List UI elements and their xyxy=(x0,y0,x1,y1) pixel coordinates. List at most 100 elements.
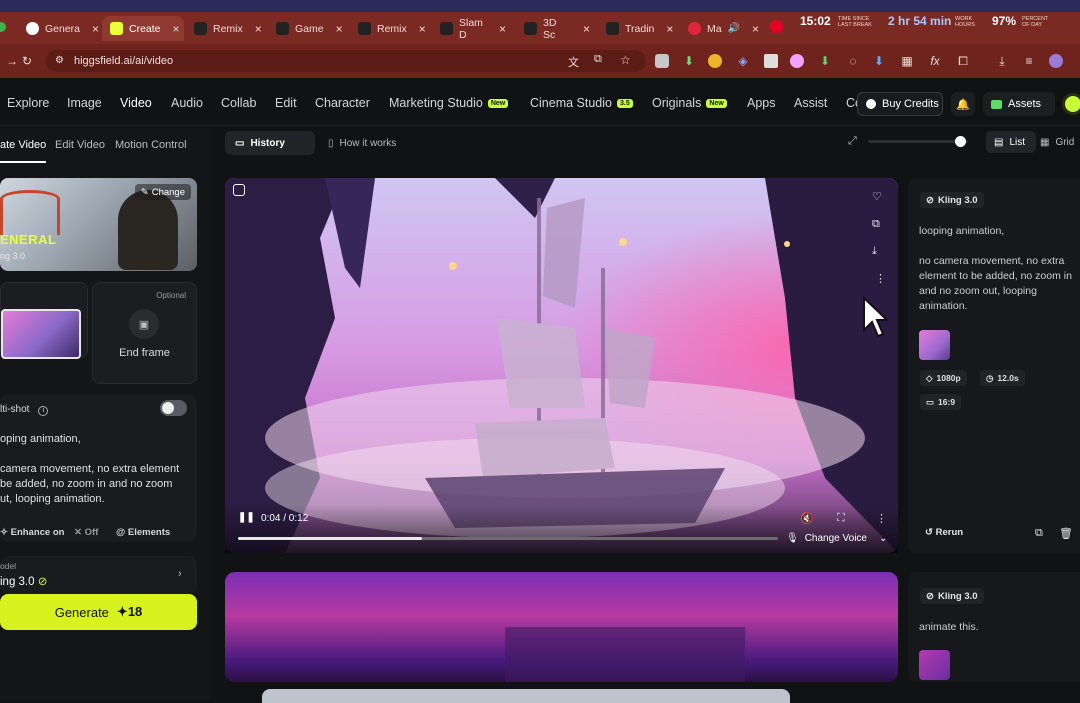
media-icon[interactable]: ≡ xyxy=(1022,54,1036,68)
input-thumbnail[interactable] xyxy=(919,330,950,360)
heart-icon[interactable]: ♡ xyxy=(872,190,882,203)
extension-icon[interactable]: ▦ xyxy=(900,54,914,68)
tab-genera[interactable]: Genera × xyxy=(18,16,100,41)
chevron-down-icon: ⌄ xyxy=(878,532,888,544)
close-icon[interactable]: × xyxy=(92,22,99,36)
copy-icon[interactable]: ⧉ xyxy=(1035,527,1043,540)
copy-icon[interactable]: ⧉ xyxy=(872,218,880,231)
extension-icon[interactable]: ◌ xyxy=(846,54,860,68)
multi-shot-toggle[interactable] xyxy=(160,400,187,416)
size-slider-handle[interactable] xyxy=(955,136,966,147)
forward-icon[interactable]: → xyxy=(5,54,19,68)
nav-image[interactable]: Image xyxy=(67,96,102,110)
expand-icon[interactable]: ⤢ xyxy=(848,135,857,148)
nav-collab[interactable]: Collab xyxy=(221,96,256,110)
extension-icon[interactable] xyxy=(790,54,804,68)
close-icon[interactable]: × xyxy=(752,22,759,36)
more-icon[interactable]: ⋮ xyxy=(875,272,886,285)
reference-card[interactable]: ✎ Change ENERAL ng 3.0 xyxy=(0,178,197,271)
download-green-icon[interactable]: ⬇ xyxy=(682,54,696,68)
nav-character[interactable]: Character xyxy=(315,96,370,110)
assets-button[interactable]: Assets xyxy=(983,92,1055,116)
close-icon[interactable]: × xyxy=(173,22,180,36)
close-icon[interactable]: × xyxy=(419,22,426,36)
translate-icon[interactable]: 文 xyxy=(568,54,579,70)
buy-credits-button[interactable]: Buy Credits xyxy=(857,92,943,116)
close-icon[interactable]: × xyxy=(255,22,262,36)
tab-slam[interactable]: Slam D × xyxy=(432,16,514,41)
tab-motion-control[interactable]: Motion Control xyxy=(115,139,187,151)
downloads-icon[interactable]: ⤓ xyxy=(995,54,1009,68)
enhance-toggle[interactable]: ✧ Enhance on xyxy=(0,527,64,538)
tab-ma[interactable]: Ma 🔊 × xyxy=(680,16,762,41)
how-it-works-button[interactable]: ▯ How it works xyxy=(318,131,418,155)
nav-audio[interactable]: Audio xyxy=(171,96,203,110)
nav-edit[interactable]: Edit xyxy=(275,96,297,110)
nav-cinema-studio[interactable]: Cinema Studio 3.5 xyxy=(530,96,633,110)
puzzle-icon[interactable]: ⧠ xyxy=(956,54,970,68)
ratio-value: 16:9 xyxy=(938,397,956,407)
tab-create[interactable]: Create × xyxy=(102,16,184,41)
rerun-button[interactable]: ↺ Rerun xyxy=(925,527,963,538)
nav-video[interactable]: Video xyxy=(120,96,152,110)
address-bar[interactable]: ⚙ higgsfield.ai/ai/video 文 ⧉ ☆ xyxy=(46,50,646,72)
extension-icon[interactable]: ⬇ xyxy=(872,54,886,68)
close-icon[interactable]: × xyxy=(666,22,673,36)
notifications-button[interactable]: 🔔 xyxy=(951,92,975,116)
profile-icon[interactable] xyxy=(1049,54,1063,68)
camera-icon[interactable] xyxy=(655,54,669,68)
site-settings-icon[interactable]: ⚙ xyxy=(55,55,64,66)
pinterest-icon[interactable] xyxy=(770,20,783,33)
microphone-icon: 🎙 xyxy=(786,532,799,544)
close-icon[interactable]: × xyxy=(583,22,590,36)
video-player-2[interactable] xyxy=(225,572,898,682)
fullscreen-icon[interactable]: ⛶ xyxy=(837,512,845,525)
trash-icon[interactable]: 🗑 xyxy=(1059,527,1073,540)
close-icon[interactable]: × xyxy=(499,22,506,36)
tab-trading[interactable]: Tradin × xyxy=(598,16,680,41)
history-button[interactable]: ▭ History xyxy=(225,131,315,155)
info-icon[interactable]: i xyxy=(38,406,49,416)
tab-edit-video[interactable]: Edit Video xyxy=(55,139,105,151)
nav-marketing-studio[interactable]: Marketing Studio New xyxy=(389,96,509,110)
cube-icon[interactable]: ◈ xyxy=(736,54,750,68)
higgsfield-icon xyxy=(110,22,123,35)
tab-remix[interactable]: Remix × xyxy=(186,16,268,41)
extension-icon[interactable]: ⬇ xyxy=(818,54,832,68)
list-view-button[interactable]: ▤ List xyxy=(986,131,1036,153)
tab-3d[interactable]: 3D Sc × xyxy=(516,16,598,41)
start-frame-slot[interactable] xyxy=(0,282,88,359)
avatar[interactable] xyxy=(1062,93,1080,115)
change-voice-button[interactable]: 🎙 Change Voice ⌄ xyxy=(786,529,887,547)
install-icon[interactable]: ⧉ xyxy=(594,53,602,66)
change-reference-button[interactable]: ✎ Change xyxy=(134,184,191,200)
size-slider-track[interactable] xyxy=(868,140,968,143)
close-icon[interactable]: × xyxy=(336,22,343,36)
mute-icon[interactable]: 🔇 xyxy=(800,512,814,525)
generate-button[interactable]: Generate ✦18 xyxy=(0,594,197,630)
end-frame-slot[interactable]: Optional ▣ End frame xyxy=(92,282,197,384)
input-thumbnail-2[interactable] xyxy=(919,650,950,680)
player-more-icon[interactable]: ⋮ xyxy=(876,512,887,525)
video-player[interactable]: ♡ ⧉ ⤓ ⋮ xyxy=(225,178,898,553)
start-frame-thumbnail[interactable] xyxy=(1,309,81,359)
extension-icon[interactable] xyxy=(764,54,778,68)
nav-explore[interactable]: Explore xyxy=(7,96,49,110)
nav-apps[interactable]: Apps xyxy=(747,96,776,110)
fx-icon[interactable]: fx xyxy=(928,54,942,68)
nav-assist[interactable]: Assist xyxy=(794,96,827,110)
window-zoom-button[interactable] xyxy=(0,22,6,32)
bookmark-star-icon[interactable]: ☆ xyxy=(620,53,631,67)
tab-game[interactable]: Game × xyxy=(268,16,350,41)
grid-view-button[interactable]: ▦ Grid xyxy=(1040,131,1074,153)
camera-off-button[interactable]: ✕ Off xyxy=(74,527,98,538)
elements-button[interactable]: @ Elements xyxy=(116,527,170,538)
pause-icon[interactable]: ❚❚ xyxy=(238,512,255,523)
reload-icon[interactable]: ↻ xyxy=(20,54,34,68)
tab-create-video[interactable]: ate Video xyxy=(0,139,46,151)
tab-remix-2[interactable]: Remix × xyxy=(350,16,432,41)
nav-originals[interactable]: Originals New xyxy=(652,96,727,110)
download-icon[interactable]: ⤓ xyxy=(872,245,877,258)
select-checkbox[interactable] xyxy=(233,184,245,196)
extension-icon[interactable] xyxy=(708,54,722,68)
